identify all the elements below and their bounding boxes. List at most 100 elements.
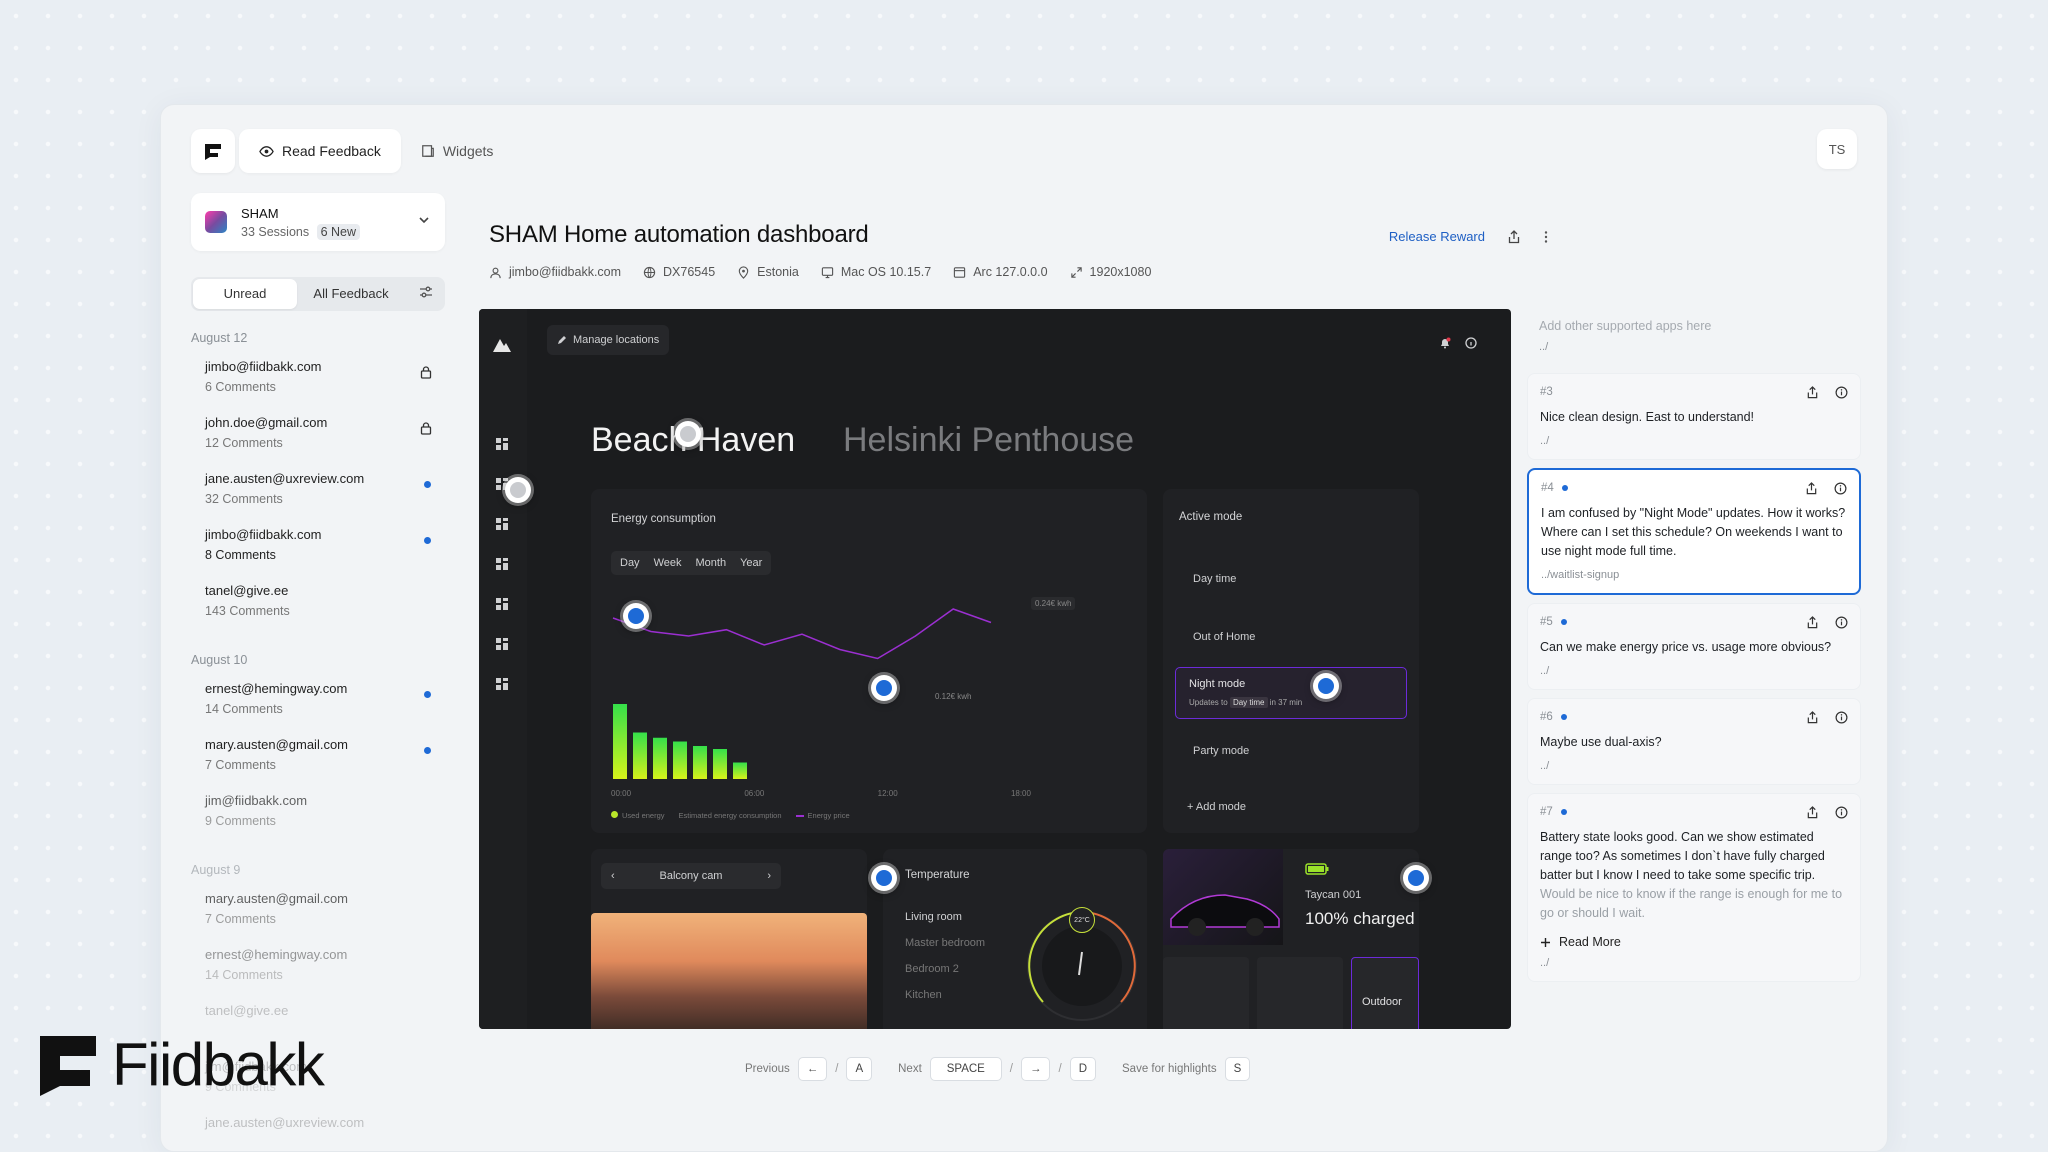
chevron-left-icon[interactable]: ‹ <box>611 870 615 882</box>
session-comments: 6 Comments <box>205 380 276 394</box>
session-screenshot[interactable]: Manage locations Beach Haven Helsinki Pe… <box>479 309 1511 1029</box>
room-living[interactable]: Living room <box>905 911 962 923</box>
filter-unread[interactable]: Unread <box>193 279 297 309</box>
meta-browser-text: Arc 127.0.0.0 <box>973 265 1048 279</box>
session-item[interactable]: jimbo@fiidbakk.com 6 Comments <box>191 353 445 409</box>
grid-icon[interactable] <box>495 557 509 571</box>
key-s[interactable]: S <box>1224 1057 1251 1081</box>
tab-widgets[interactable]: Widgets <box>401 129 514 173</box>
meta-location-text: Estonia <box>757 265 799 279</box>
feedback-hotspot[interactable] <box>623 603 649 629</box>
share-icon[interactable] <box>1805 482 1818 495</box>
share-icon[interactable] <box>1806 806 1819 819</box>
grid-icon[interactable] <box>495 597 509 611</box>
session-item[interactable]: tanel@give.ee 143 Comments <box>191 577 445 633</box>
room-master-bedroom[interactable]: Master bedroom <box>905 937 985 949</box>
info-circle-icon[interactable] <box>1465 337 1477 349</box>
comment-card-selected[interactable]: #4 I am confused by "Night Mode" updates… <box>1527 468 1861 595</box>
energy-bar <box>733 762 747 779</box>
range-week[interactable]: Week <box>647 553 689 573</box>
info-icon[interactable] <box>1835 386 1848 399</box>
comment-card[interactable]: #3 Nice clean design. East to understand… <box>1527 373 1861 460</box>
share-icon[interactable] <box>1806 711 1819 724</box>
key-arrow-left[interactable]: ← <box>797 1057 828 1081</box>
session-item[interactable]: jimbo@fiidbakk.com 8 Comments <box>191 521 445 577</box>
car-tile[interactable] <box>1163 957 1249 1029</box>
balcony-cam-panel: ‹ Balcony cam › <box>591 849 867 1029</box>
key-space[interactable]: SPACE <box>929 1057 1002 1081</box>
feedback-hotspot[interactable] <box>871 675 897 701</box>
tab-read-feedback-label: Read Feedback <box>282 143 381 159</box>
chevron-right-icon[interactable]: › <box>767 870 771 882</box>
project-selector[interactable]: SHAM 33 Sessions 6 New <box>191 193 445 251</box>
date-group-label: August 9 <box>191 863 241 877</box>
info-icon[interactable] <box>1834 482 1847 495</box>
sliders-icon[interactable] <box>419 285 433 299</box>
energy-time-axis: 00:00 06:00 12:00 18:00 <box>611 789 1031 798</box>
info-icon[interactable] <box>1835 806 1848 819</box>
comment-text: Nice clean design. East to understand! <box>1540 410 1755 424</box>
location-helsinki-penthouse[interactable]: Helsinki Penthouse <box>843 421 1134 460</box>
filter-all-feedback[interactable]: All Feedback <box>297 279 405 309</box>
feedback-hotspot[interactable] <box>1313 673 1339 699</box>
range-year[interactable]: Year <box>733 553 769 573</box>
session-item[interactable]: john.doe@gmail.com 12 Comments <box>191 409 445 465</box>
grid-icon[interactable] <box>495 437 509 451</box>
tab-read-feedback[interactable]: Read Feedback <box>239 129 401 173</box>
comment-text: Maybe use dual-axis? <box>1540 735 1662 749</box>
feedback-header: SHAM Home automation dashboard jimbo@fii… <box>489 221 1549 279</box>
share-icon[interactable] <box>1806 386 1819 399</box>
key-d[interactable]: D <box>1069 1057 1096 1081</box>
meta-id: DX76545 <box>643 265 715 279</box>
session-item[interactable]: ernest@hemingway.com 14 Comments <box>191 675 445 731</box>
session-item[interactable]: jim@fiidbakk.com 9 Comments <box>191 787 445 843</box>
session-item[interactable]: ernest@hemingway.com 14 Comments <box>191 941 445 997</box>
feedback-hotspot[interactable] <box>505 477 531 503</box>
room-bedroom-2[interactable]: Bedroom 2 <box>905 963 959 975</box>
key-arrow-right[interactable]: → <box>1020 1057 1051 1081</box>
release-reward-link[interactable]: Release Reward <box>1389 229 1485 244</box>
range-month[interactable]: Month <box>688 553 733 573</box>
range-day[interactable]: Day <box>613 553 647 573</box>
comment-card[interactable]: #7 Battery state looks good. Can we show… <box>1527 793 1861 982</box>
comment-placeholder-text: Add other supported apps here <box>1539 319 1712 333</box>
mode-day-time[interactable]: Day time <box>1193 573 1236 585</box>
add-mode-button[interactable]: + Add mode <box>1187 801 1246 813</box>
slash: / <box>1009 1063 1013 1075</box>
more-vertical-icon[interactable] <box>1543 230 1549 244</box>
comment-path: ../waitlist-signup <box>1541 569 1620 581</box>
user-avatar[interactable]: TS <box>1817 129 1857 169</box>
bell-icon[interactable] <box>1439 337 1451 349</box>
feedback-hotspot[interactable] <box>1403 865 1429 891</box>
mode-night[interactable]: Night mode Updates to Day time in 37 min <box>1175 667 1407 719</box>
grid-icon[interactable] <box>495 637 509 651</box>
info-icon[interactable] <box>1835 711 1848 724</box>
key-a[interactable]: A <box>846 1057 873 1081</box>
manage-locations-button[interactable]: Manage locations <box>547 325 670 355</box>
app-logo-button[interactable] <box>191 129 235 173</box>
comment-card[interactable]: #6 Maybe use dual-axis? ../ <box>1527 698 1861 785</box>
car-tile[interactable] <box>1257 957 1343 1029</box>
session-item[interactable]: mary.austen@gmail.com 7 Comments <box>191 885 445 941</box>
grid-icon[interactable] <box>495 677 509 691</box>
read-more-button[interactable]: Read More <box>1540 935 1848 949</box>
mode-party[interactable]: Party mode <box>1193 745 1249 757</box>
share-icon[interactable] <box>1806 616 1819 629</box>
cam-selector[interactable]: ‹ Balcony cam › <box>601 863 781 889</box>
comment-card[interactable]: #5 Can we make energy price vs. usage mo… <box>1527 603 1861 690</box>
session-item[interactable]: jane.austen@uxreview.com 32 Comments <box>191 465 445 521</box>
outdoor-tile[interactable]: Outdoor <box>1351 957 1419 1029</box>
meta-id-text: DX76545 <box>663 265 716 279</box>
mode-out-of-home[interactable]: Out of Home <box>1193 631 1255 643</box>
info-icon[interactable] <box>1835 616 1848 629</box>
session-item[interactable]: mary.austen@gmail.com 7 Comments <box>191 731 445 787</box>
feedback-hotspot[interactable] <box>675 421 701 447</box>
outdoor-tile-label: Outdoor <box>1362 996 1402 1008</box>
feedback-hotspot[interactable] <box>871 865 897 891</box>
active-mode-title: Active mode <box>1179 511 1243 523</box>
session-item[interactable]: jane.austen@uxreview.com <box>191 1109 445 1151</box>
room-kitchen[interactable]: Kitchen <box>905 989 942 1001</box>
share-icon[interactable] <box>1507 229 1521 244</box>
grid-icon[interactable] <box>495 517 509 531</box>
session-comments: 7 Comments <box>205 758 276 772</box>
